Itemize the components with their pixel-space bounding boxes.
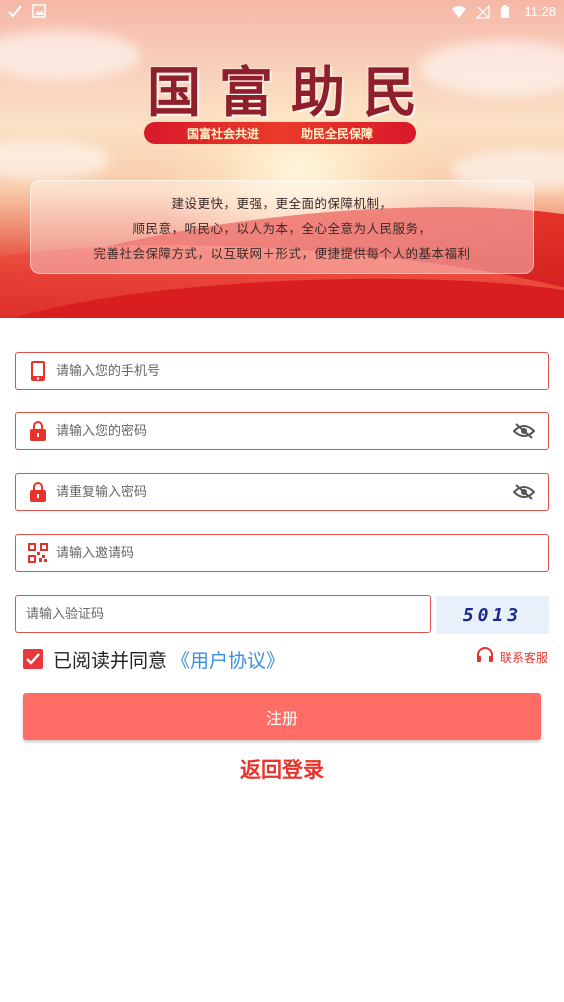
- captcha-field: [15, 595, 431, 633]
- headset-icon: [476, 646, 494, 668]
- back-to-login-link[interactable]: 返回登录: [0, 754, 564, 784]
- agreement-text: 已阅读并同意: [53, 649, 168, 672]
- lock-icon: [28, 482, 48, 502]
- slogan-left: 国富社会共进: [186, 126, 259, 141]
- contact-service-link[interactable]: 联系客服: [476, 647, 548, 667]
- agreement-row: 已阅读并同意 《用户协议》: [23, 644, 285, 674]
- info-line: 建设更快，更强，更全面的保障机制，: [171, 195, 393, 211]
- contact-service-label: 联系客服: [499, 650, 548, 665]
- password-confirm-field: [15, 473, 549, 511]
- password-field: [15, 412, 549, 450]
- image-icon: [32, 4, 46, 18]
- no-signal-icon: [475, 4, 491, 19]
- password-input[interactable]: [56, 413, 512, 449]
- lock-icon: [28, 421, 48, 441]
- phone-input[interactable]: [56, 353, 548, 389]
- info-line: 顺民意，听民心，以人为本，全心全意为人民服务，: [132, 220, 432, 236]
- invite-code-input[interactable]: [56, 535, 548, 571]
- status-bar: 11:28: [0, 0, 564, 24]
- banner-slogan: 国富社会共进 助民全民保障: [144, 122, 416, 144]
- qr-code-icon: [28, 543, 48, 563]
- user-agreement-link[interactable]: 《用户协议》: [171, 646, 285, 673]
- captcha-image[interactable]: 5013: [436, 596, 549, 634]
- password-confirm-input[interactable]: [56, 474, 512, 510]
- register-button[interactable]: 注册: [23, 693, 541, 740]
- status-time: 11:28: [524, 4, 556, 19]
- header-banner: 11:28 国富助民 国富社会共进 助民全民保障 建设更快，更强，更全面的保障机…: [0, 0, 564, 318]
- phone-field: [15, 352, 549, 390]
- battery-icon: [500, 4, 514, 19]
- agreement-checkbox[interactable]: [23, 649, 43, 669]
- captcha-input[interactable]: [16, 596, 430, 632]
- banner-info-box: 建设更快，更强，更全面的保障机制， 顺民意，听民心，以人为本，全心全意为人民服务…: [30, 180, 534, 274]
- banner-title: 国富助民: [147, 60, 435, 124]
- invite-code-field: [15, 534, 549, 572]
- slogan-right: 助民全民保障: [301, 126, 374, 141]
- eye-off-icon[interactable]: [512, 419, 536, 443]
- info-line: 完善社会保障方式，以互联网＋形式，便捷提供每个人的基本福利: [93, 245, 471, 261]
- phone-icon: [28, 361, 48, 381]
- wifi-icon: [452, 5, 467, 19]
- check-icon: [8, 4, 22, 18]
- eye-off-icon[interactable]: [512, 480, 536, 504]
